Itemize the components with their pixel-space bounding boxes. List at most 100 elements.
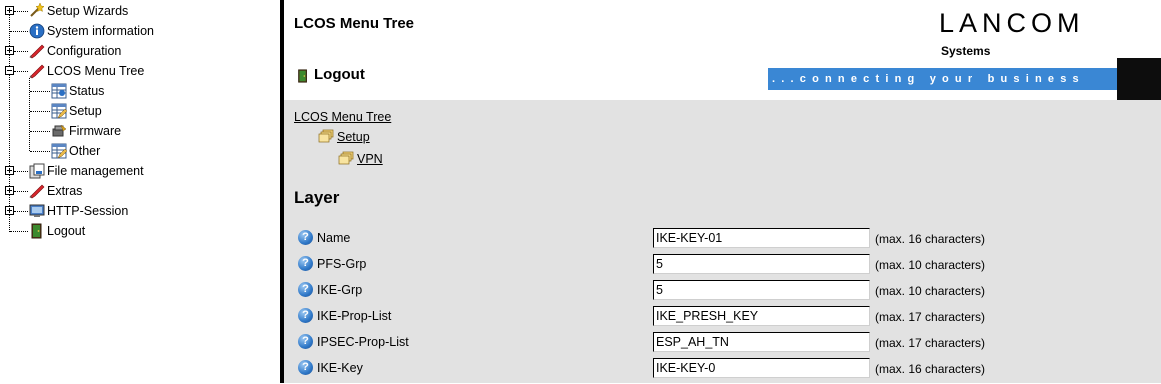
expand-icon[interactable] xyxy=(5,206,14,215)
tree-connector xyxy=(10,31,28,32)
tree-item-label: Other xyxy=(69,144,101,158)
monitor-icon xyxy=(29,204,45,217)
tree-connector xyxy=(30,151,50,152)
form-row-ike-prop-list: ? IKE-Prop-List (max. 17 characters) xyxy=(284,306,1161,332)
logout-icon xyxy=(298,69,307,83)
tree-connector xyxy=(30,111,50,112)
help-icon[interactable]: ? xyxy=(298,334,313,349)
edit-table-icon xyxy=(51,103,67,119)
tree-connector xyxy=(30,91,50,92)
tree-item-label: System information xyxy=(47,24,154,38)
form-row-ike-grp: ? IKE-Grp (max. 10 characters) xyxy=(284,280,1161,306)
tree-item-extras[interactable]: Extras xyxy=(0,181,270,201)
config-icon xyxy=(29,64,45,79)
expand-icon[interactable] xyxy=(5,166,14,175)
brand-subtitle: Systems xyxy=(941,44,991,58)
tree-connector xyxy=(14,51,28,52)
tree-item-http-session[interactable]: HTTP-Session xyxy=(0,201,270,221)
form-row-name: ? Name (max. 16 characters) xyxy=(284,228,1161,254)
form-row-ike-key: ? IKE-Key (max. 16 characters) xyxy=(284,358,1161,384)
help-icon[interactable]: ? xyxy=(298,230,313,245)
navigation-tree: Setup Wizards System information Configu… xyxy=(0,0,280,383)
tree-connector xyxy=(14,71,28,72)
field-hint: (max. 10 characters) xyxy=(875,258,986,272)
tree-item-label: HTTP-Session xyxy=(47,204,129,218)
tree-item-setup-wizards[interactable]: Setup Wizards xyxy=(0,1,270,21)
tree-item-system-information[interactable]: System information xyxy=(0,21,270,41)
tree-item-logout[interactable]: Logout xyxy=(0,221,270,241)
edit-table-icon xyxy=(51,143,67,159)
slogan-text: ...connecting your business xyxy=(772,73,1085,85)
logout-icon xyxy=(31,223,42,239)
field-hint: (max. 17 characters) xyxy=(875,336,986,350)
expand-icon[interactable] xyxy=(5,186,14,195)
tree-item-setup[interactable]: Setup xyxy=(0,101,270,121)
name-input[interactable] xyxy=(653,228,870,248)
tree-item-file-management[interactable]: File management xyxy=(0,161,270,181)
form-row-pfs-grp: ? PFS-Grp (max. 10 characters) xyxy=(284,254,1161,280)
banner-block xyxy=(1117,58,1161,100)
section-title: Layer xyxy=(294,188,340,207)
ike-prop-list-input[interactable] xyxy=(653,306,870,326)
field-label: IKE-Key xyxy=(317,361,363,375)
field-label: IPSEC-Prop-List xyxy=(317,335,409,349)
main-content: LCOS Menu Tree Setup VPN Layer ? Name (m… xyxy=(284,100,1161,383)
field-label: Name xyxy=(317,231,351,245)
field-hint: (max. 10 characters) xyxy=(875,284,986,298)
page-header: LCOS Menu Tree Logout LANCOM Systems ...… xyxy=(284,0,1161,100)
help-icon[interactable]: ? xyxy=(298,360,313,375)
pfs-grp-input[interactable] xyxy=(653,254,870,274)
field-hint: (max. 17 characters) xyxy=(875,310,986,324)
tree-connector xyxy=(14,191,28,192)
tree-item-lcos-menu-tree[interactable]: LCOS Menu Tree xyxy=(0,61,270,81)
help-icon[interactable]: ? xyxy=(298,256,313,271)
config-icon xyxy=(29,44,45,59)
tree-connector xyxy=(14,11,28,12)
breadcrumb-vpn-link[interactable]: VPN xyxy=(357,152,383,166)
table-icon xyxy=(51,83,67,99)
breadcrumb-root-link[interactable]: LCOS Menu Tree xyxy=(294,110,391,124)
field-label: PFS-Grp xyxy=(317,257,367,271)
brand-logo: LANCOM xyxy=(939,8,1085,38)
help-icon[interactable]: ? xyxy=(298,308,313,323)
tree-item-status[interactable]: Status xyxy=(0,81,270,101)
tree-item-firmware[interactable]: Firmware xyxy=(0,121,270,141)
tree-connector xyxy=(14,211,28,212)
tree-item-label: Extras xyxy=(47,184,83,198)
tree-item-label: Firmware xyxy=(69,124,122,138)
help-icon[interactable]: ? xyxy=(298,282,313,297)
tree-item-other[interactable]: Other xyxy=(0,141,270,161)
config-icon xyxy=(29,184,45,199)
tree-item-label: Configuration xyxy=(47,44,122,58)
tree-item-label: Logout xyxy=(47,224,86,238)
tree-item-label: Setup xyxy=(69,104,102,118)
folder-stack-icon xyxy=(318,129,334,143)
tree-item-label: Setup Wizards xyxy=(47,4,129,18)
field-label: IKE-Grp xyxy=(317,283,363,297)
slogan-banner: ...connecting your business xyxy=(768,68,1117,90)
breadcrumb-setup-link[interactable]: Setup xyxy=(337,130,370,144)
expand-icon[interactable] xyxy=(5,6,14,15)
tree-item-label: Status xyxy=(69,84,105,98)
tree-item-configuration[interactable]: Configuration xyxy=(0,41,270,61)
ipsec-prop-list-input[interactable] xyxy=(653,332,870,352)
tree-connector xyxy=(30,131,50,132)
tree-connector xyxy=(10,231,28,232)
field-label: IKE-Prop-List xyxy=(317,309,392,323)
collapse-icon[interactable] xyxy=(5,66,14,75)
page-title: LCOS Menu Tree xyxy=(294,15,415,32)
ike-key-input[interactable] xyxy=(653,358,870,378)
expand-icon[interactable] xyxy=(5,46,14,55)
field-hint: (max. 16 characters) xyxy=(875,232,986,246)
ike-grp-input[interactable] xyxy=(653,280,870,300)
tree-item-label: LCOS Menu Tree xyxy=(47,64,145,78)
tree-item-label: File management xyxy=(47,164,144,178)
info-icon xyxy=(29,23,45,39)
folder-stack-icon xyxy=(338,151,354,165)
file-management-icon xyxy=(29,163,45,179)
wand-icon xyxy=(30,2,45,17)
tree-connector xyxy=(14,171,28,172)
logout-label: Logout xyxy=(314,66,365,83)
form-row-ipsec-prop-list: ? IPSEC-Prop-List (max. 17 characters) xyxy=(284,332,1161,358)
firmware-icon xyxy=(52,124,67,137)
